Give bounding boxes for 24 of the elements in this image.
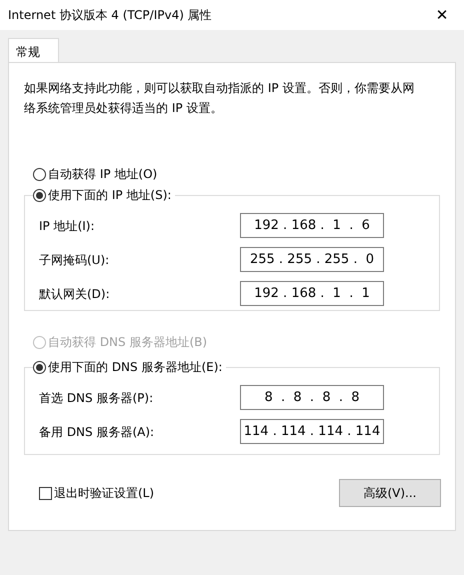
checkbox[interactable]: [39, 486, 52, 500]
field-label: 子网掩码(U):: [39, 252, 110, 268]
ip-address-field[interactable]: 255 . 255 . 255 . 0: [240, 247, 384, 272]
field-label: IP 地址(I):: [39, 218, 95, 234]
checkbox-label: 退出时验证设置(L): [54, 485, 154, 502]
field-label: 默认网关(D):: [39, 286, 110, 302]
field-label: 备用 DNS 服务器(A):: [39, 424, 154, 440]
window-title: Internet 协议版本 4 (TCP/IPv4) 属性: [8, 7, 212, 24]
radio-label: 使用下面的 IP 地址(S):: [48, 187, 172, 204]
radio-button[interactable]: [33, 360, 46, 374]
tab[interactable]: 常规: [8, 38, 59, 63]
radio-label: 自动获得 DNS 服务器地址(B): [48, 334, 208, 351]
field-label: 首选 DNS 服务器(P):: [39, 390, 154, 406]
ip-address-field[interactable]: 8 . 8 . 8 . 8: [240, 385, 384, 410]
description-text: 如果网络支持此功能，则可以获取自动指派的 IP 设置。否则，你需要从网络系统管理员处获得适当的 IP 设置。: [23, 80, 416, 117]
radio-label: 自动获得 IP 地址(O): [48, 166, 158, 183]
ip-address-field[interactable]: 192 . 168 . 1 . 6: [240, 213, 384, 238]
radio-button[interactable]: [33, 188, 46, 202]
radio-button[interactable]: [33, 168, 46, 180]
ip-address-field[interactable]: 114 . 114 . 114 . 114: [240, 419, 384, 444]
close-button[interactable]: ✕: [432, 4, 452, 26]
radio-label: 使用下面的 DNS 服务器地址(E):: [48, 359, 222, 376]
ip-address-field[interactable]: 192 . 168 . 1 . 1: [240, 281, 384, 306]
advanced-button[interactable]: 高级(V)...: [339, 479, 441, 507]
